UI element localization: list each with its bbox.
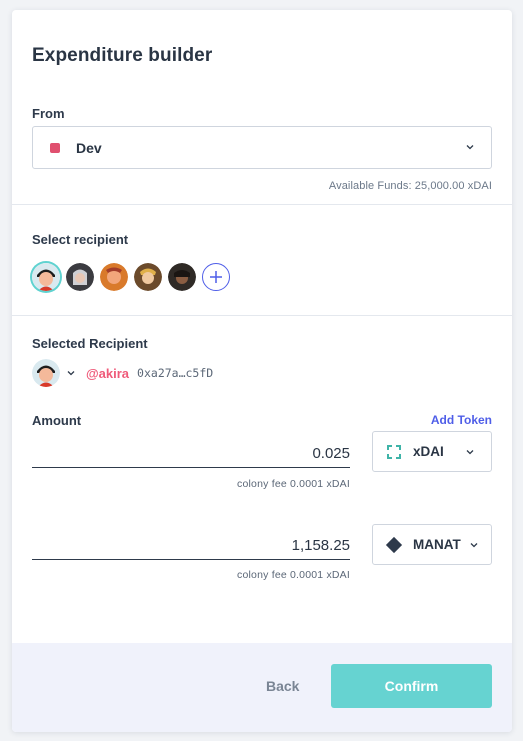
chevron-down-icon[interactable] (66, 368, 76, 378)
amount-input[interactable]: 1,158.25 (292, 537, 350, 554)
add-token-link[interactable]: Add Token (431, 413, 492, 427)
divider (12, 315, 512, 316)
from-label: From (32, 106, 65, 121)
chevron-down-icon (466, 450, 474, 455)
available-funds: Available Funds: 25,000.00 xDAI (328, 180, 492, 192)
avatar-akira[interactable] (32, 263, 60, 291)
recipient-avatar-list (32, 263, 230, 291)
domain-color-swatch (50, 142, 60, 153)
manat-diamond-icon (385, 536, 403, 554)
avatar-user-5[interactable] (168, 263, 196, 291)
avatar-user-2[interactable] (66, 263, 94, 291)
token-label: MANAT (413, 537, 461, 552)
avatar-user-4[interactable] (134, 263, 162, 291)
dialog-footer: Back Confirm (12, 643, 512, 732)
expenditure-dialog: Expenditure builder From Dev Available F… (12, 10, 512, 732)
avatar-akira (32, 359, 60, 387)
dialog-title: Expenditure builder (32, 45, 213, 66)
amount-underline (32, 467, 350, 468)
plus-icon (210, 271, 222, 283)
token-select[interactable]: MANAT (372, 524, 492, 565)
xdai-icon (385, 443, 403, 461)
add-recipient-button[interactable] (202, 263, 230, 291)
colony-fee: colony fee 0.0001 xDAI (237, 478, 350, 490)
amount-input[interactable]: 0.025 (312, 445, 350, 462)
token-label: xDAI (413, 444, 444, 459)
recipient-handle: @akira (86, 365, 130, 381)
amount-underline (32, 559, 350, 560)
from-select[interactable]: Dev (32, 126, 492, 169)
select-recipient-label: Select recipient (32, 232, 129, 247)
recipient-address: 0xa27a…c5fD (137, 366, 214, 380)
avatar-user-3[interactable] (100, 263, 128, 291)
selected-recipient-label: Selected Recipient (32, 336, 148, 351)
from-selected-value: Dev (76, 139, 102, 156)
colony-fee: colony fee 0.0001 xDAI (237, 569, 350, 581)
chevron-down-icon (466, 145, 474, 150)
chevron-down-icon (470, 543, 478, 548)
token-select[interactable]: xDAI (372, 431, 492, 472)
back-button[interactable]: Back (266, 678, 299, 694)
confirm-button[interactable]: Confirm (331, 664, 492, 708)
divider (12, 204, 512, 205)
amount-label: Amount (32, 413, 82, 428)
selected-recipient: @akira 0xa27a…c5fD (32, 359, 213, 387)
